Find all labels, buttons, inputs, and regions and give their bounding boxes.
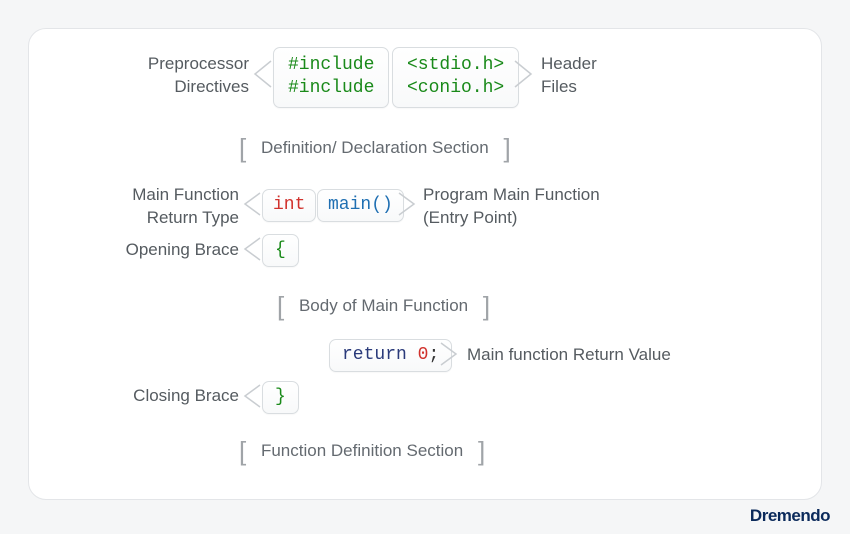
- label-main-return-l2: Return Type: [59, 207, 239, 230]
- label-header-line1: Header: [541, 53, 597, 76]
- section-definition: [ Definition/ Declaration Section ]: [239, 129, 511, 160]
- bracket-open-icon-2: [: [277, 291, 284, 321]
- pointer-icon: [242, 236, 262, 262]
- code-return: return: [342, 345, 407, 365]
- label-closing-brace-text: Closing Brace: [133, 386, 239, 405]
- code-main-pill: main(): [317, 189, 404, 222]
- label-header-files: Header Files: [541, 53, 597, 99]
- bracket-open-icon-3: [: [239, 436, 246, 466]
- pointer-icon: [251, 59, 273, 89]
- label-return-value: Main function Return Value: [467, 344, 671, 367]
- label-preprocessor: Preprocessor Directives: [79, 53, 249, 99]
- code-include2: #include: [288, 78, 374, 98]
- diagram-card: Preprocessor Directives #include #includ…: [28, 28, 822, 500]
- code-header2: <conio.h>: [407, 78, 504, 98]
- label-header-line2: Files: [541, 76, 597, 99]
- code-int-pill: int: [262, 189, 316, 222]
- label-main-return: Main Function Return Type: [59, 184, 239, 230]
- code-main: main(): [328, 195, 393, 215]
- brand-logo: Dremendo: [750, 506, 830, 526]
- section-fn-def-text: Function Definition Section: [251, 441, 473, 460]
- code-include1: #include: [288, 55, 374, 75]
- section-fn-def: [ Function Definition Section ]: [239, 432, 485, 463]
- label-preprocessor-line1: Preprocessor: [79, 53, 249, 76]
- bracket-close-icon: ]: [503, 133, 510, 163]
- section-body-text: Body of Main Function: [289, 296, 478, 315]
- label-program-main-l1: Program Main Function: [423, 184, 600, 207]
- bracket-open-icon: [: [239, 133, 246, 163]
- code-return-pill: return 0;: [329, 339, 452, 372]
- label-return-value-text: Main function Return Value: [467, 345, 671, 364]
- code-header-pill: <stdio.h> <conio.h>: [392, 47, 519, 108]
- label-preprocessor-line2: Directives: [79, 76, 249, 99]
- code-close-brace: }: [275, 387, 286, 407]
- code-header1: <stdio.h>: [407, 55, 504, 75]
- code-semi: ;: [428, 345, 439, 365]
- bracket-close-icon-2: ]: [483, 291, 490, 321]
- code-int: int: [273, 195, 305, 215]
- section-definition-text: Definition/ Declaration Section: [251, 138, 499, 157]
- pointer-icon: [242, 191, 262, 217]
- label-program-main: Program Main Function (Entry Point): [423, 184, 600, 230]
- label-program-main-l2: (Entry Point): [423, 207, 600, 230]
- code-open-brace: {: [275, 240, 286, 260]
- label-opening-brace-text: Opening Brace: [126, 240, 239, 259]
- code-open-brace-pill: {: [262, 234, 299, 267]
- code-zero: 0: [418, 345, 429, 365]
- section-body: [ Body of Main Function ]: [277, 287, 490, 318]
- code-include-pill: #include #include: [273, 47, 389, 108]
- pointer-icon: [242, 383, 262, 409]
- label-closing-brace: Closing Brace: [89, 385, 239, 408]
- code-close-brace-pill: }: [262, 381, 299, 414]
- label-opening-brace: Opening Brace: [89, 239, 239, 262]
- label-main-return-l1: Main Function: [59, 184, 239, 207]
- bracket-close-icon-3: ]: [478, 436, 485, 466]
